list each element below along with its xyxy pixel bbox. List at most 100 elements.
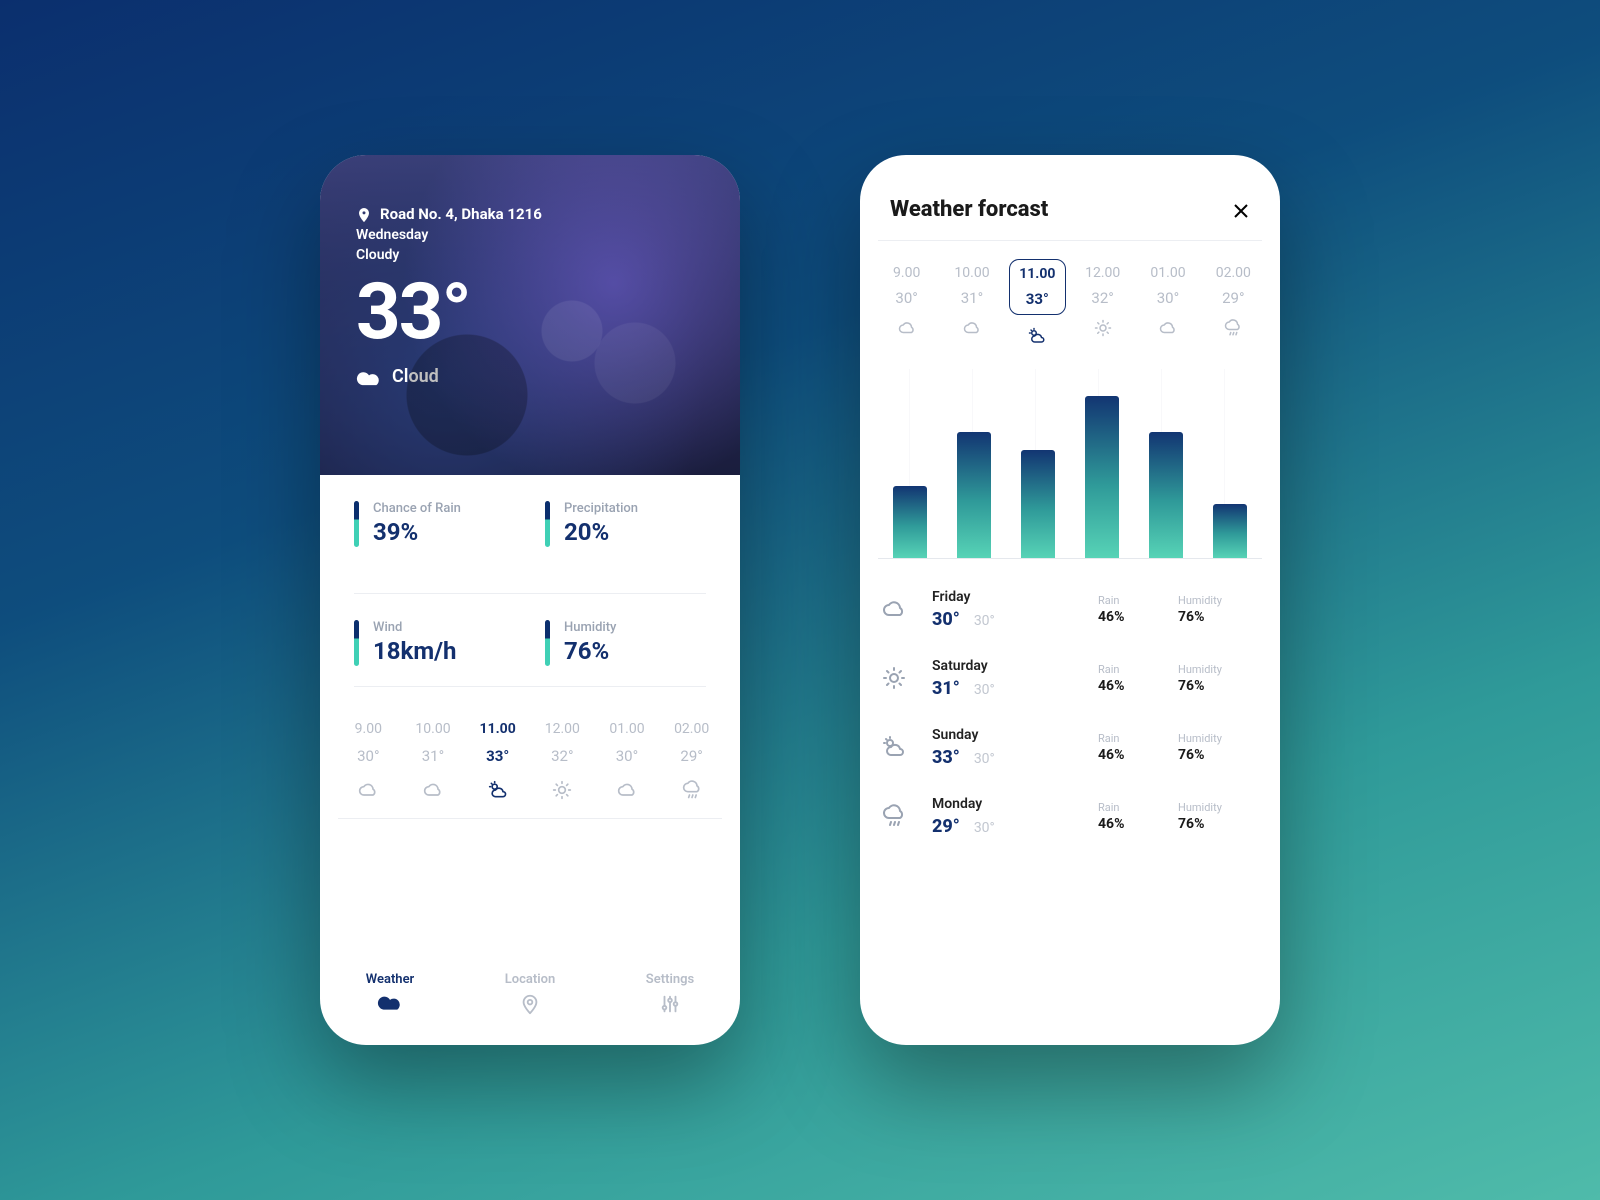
- day-row-0[interactable]: Friday 30° 30° Rain 46% Humidity 76%: [882, 575, 1258, 644]
- metric-bar-icon: [354, 501, 359, 547]
- cloud-icon: [401, 779, 466, 800]
- day-high: 33°: [932, 747, 960, 768]
- hour-temp: 31°: [401, 747, 466, 765]
- pin-icon: [460, 993, 600, 1015]
- rain-icon: [659, 779, 724, 800]
- hour-time: 11.00: [465, 721, 530, 737]
- hour-time: 12.00: [530, 721, 595, 737]
- day-name: Monday: [932, 796, 1098, 812]
- hour-temp: 30°: [874, 289, 939, 307]
- hour-slot-3[interactable]: 12.00 32°: [530, 717, 595, 804]
- metric-3: Humidity 76%: [545, 620, 706, 666]
- hour-slot-4[interactable]: 01.00 30°: [595, 717, 660, 804]
- metric-0: Chance of Rain 39%: [354, 501, 515, 547]
- nav-settings[interactable]: Settings: [600, 972, 740, 1015]
- metric-value: 76%: [564, 637, 616, 665]
- hour-time: 11.00: [1012, 266, 1063, 282]
- forecast-header: Weather forcast: [860, 155, 1280, 240]
- hour-time: 02.00: [1201, 265, 1266, 281]
- day-name: Sunday: [932, 727, 1098, 743]
- location-text: Road No. 4, Dhaka 1216: [380, 205, 542, 223]
- hourly-strip[interactable]: 9.00 30° 10.00 31° 11.00 33° 12.00 32° 0…: [320, 697, 740, 818]
- forecast-hour-2[interactable]: 11.00 33°: [1005, 259, 1070, 351]
- hour-slot-5[interactable]: 02.00 29°: [659, 717, 724, 804]
- metric-label: Precipitation: [564, 501, 638, 516]
- hour-slot-2[interactable]: 11.00 33°: [465, 717, 530, 804]
- day-low: 30°: [974, 751, 995, 767]
- nav-label: Weather: [366, 972, 415, 987]
- day-name: Friday: [932, 589, 1098, 605]
- hour-temp: 30°: [595, 747, 660, 765]
- divider: [354, 593, 706, 594]
- forecast-hour-0[interactable]: 9.00 30°: [874, 259, 939, 351]
- day-high: 30°: [932, 609, 960, 630]
- metric-label: Chance of Rain: [373, 501, 461, 516]
- nav-weather[interactable]: Weather: [320, 972, 460, 1015]
- rain-label: Rain: [1098, 594, 1178, 607]
- hour-temp: 33°: [1012, 290, 1063, 308]
- forecast-hourly-strip[interactable]: 9.00 30° 10.00 31° 11.00 33° 12.00 32° 0…: [860, 241, 1280, 365]
- hour-temp: 29°: [659, 747, 724, 765]
- location-pin-icon: [356, 205, 372, 223]
- hour-time: 10.00: [401, 721, 466, 737]
- humidity-label: Humidity: [1178, 594, 1258, 607]
- humidity-value: 76%: [1178, 678, 1258, 694]
- hour-temp: 32°: [1070, 289, 1135, 307]
- divider: [338, 818, 722, 819]
- humidity-label: Humidity: [1178, 663, 1258, 676]
- rain-value: 46%: [1098, 747, 1178, 763]
- rain-label: Rain: [1098, 732, 1178, 745]
- chart-bar-2: [1021, 450, 1055, 558]
- hour-time: 9.00: [336, 721, 401, 737]
- hour-temp: 30°: [336, 747, 401, 765]
- chart-bar-0: [893, 486, 927, 558]
- cloud-icon: [882, 597, 932, 621]
- partly-icon: [1005, 325, 1070, 345]
- partly-icon: [882, 735, 932, 759]
- partly-icon: [465, 779, 530, 800]
- hero-condition-row: Cloud: [356, 366, 710, 387]
- hour-slot-0[interactable]: 9.00 30°: [336, 717, 401, 804]
- forecast-hour-5[interactable]: 02.00 29°: [1201, 259, 1266, 351]
- rain-value: 46%: [1098, 678, 1178, 694]
- forecast-hour-1[interactable]: 10.00 31°: [939, 259, 1004, 351]
- forecast-title: Weather forcast: [890, 197, 1048, 222]
- day-row-3[interactable]: Monday 29° 30° Rain 46% Humidity 76%: [882, 782, 1258, 851]
- rain-value: 46%: [1098, 609, 1178, 625]
- rain-label: Rain: [1098, 663, 1178, 676]
- sun-icon: [1070, 317, 1135, 337]
- cloud-icon: [320, 993, 460, 1010]
- cloud-icon: [874, 317, 939, 337]
- hour-temp: 30°: [1135, 289, 1200, 307]
- day-row-2[interactable]: Sunday 33° 30° Rain 46% Humidity 76%: [882, 713, 1258, 782]
- hour-time: 01.00: [1135, 265, 1200, 281]
- location-row: Road No. 4, Dhaka 1216: [356, 205, 710, 223]
- hero-condition-short: Cloudy: [356, 247, 710, 263]
- nav-location[interactable]: Location: [460, 972, 600, 1015]
- nav-label: Location: [505, 972, 556, 987]
- close-button[interactable]: [1232, 198, 1250, 222]
- cloud-icon: [595, 779, 660, 800]
- hour-temp: 32°: [530, 747, 595, 765]
- hour-slot-1[interactable]: 10.00 31°: [401, 717, 466, 804]
- metric-value: 20%: [564, 518, 638, 546]
- rain-icon: [1201, 317, 1266, 337]
- metric-bar-icon: [545, 620, 550, 666]
- metric-label: Wind: [373, 620, 457, 635]
- chart-bar-1: [957, 432, 991, 558]
- metric-1: Precipitation 20%: [545, 501, 706, 547]
- sun-icon: [530, 779, 595, 800]
- forecast-hour-3[interactable]: 12.00 32°: [1070, 259, 1135, 351]
- nav-label: Settings: [646, 972, 694, 987]
- day-low: 30°: [974, 682, 995, 698]
- hero-card: Road No. 4, Dhaka 1216 Wednesday Cloudy …: [320, 155, 740, 475]
- metrics-section: Chance of Rain 39% Precipitation 20% Win…: [320, 475, 740, 697]
- forecast-hour-4[interactable]: 01.00 30°: [1135, 259, 1200, 351]
- day-row-1[interactable]: Saturday 31° 30° Rain 46% Humidity 76%: [882, 644, 1258, 713]
- rain-icon: [882, 804, 932, 828]
- daily-forecast-list: Friday 30° 30° Rain 46% Humidity 76%: [860, 559, 1280, 851]
- hour-time: 01.00: [595, 721, 660, 737]
- hour-time: 10.00: [939, 265, 1004, 281]
- metric-2: Wind 18km/h: [354, 620, 515, 666]
- humidity-value: 76%: [1178, 747, 1258, 763]
